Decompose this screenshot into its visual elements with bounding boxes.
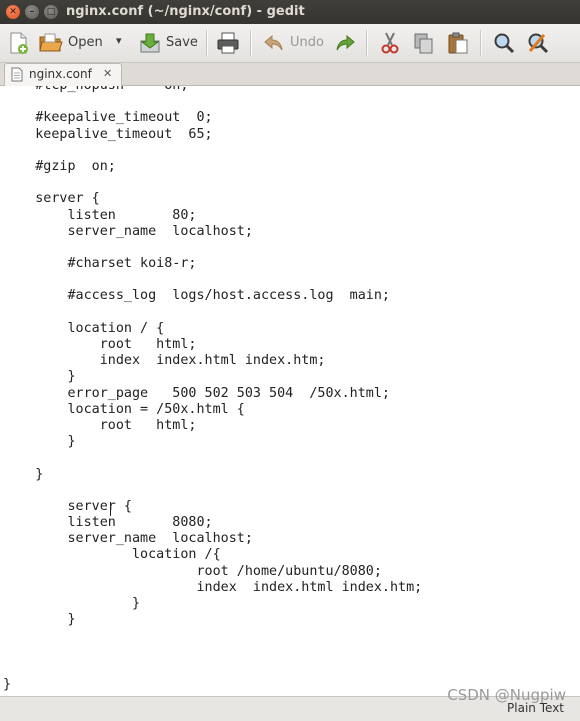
paste-button[interactable] <box>446 31 470 55</box>
find-icon <box>492 31 516 55</box>
copy-button[interactable] <box>412 31 436 55</box>
find-replace-button[interactable] <box>526 31 550 55</box>
code-line: server_name localhost; <box>3 531 253 547</box>
redo-icon <box>333 31 357 55</box>
text-cursor <box>110 502 111 516</box>
code-line: } <box>3 596 141 611</box>
window-maximize-button[interactable]: □ <box>44 5 58 19</box>
code-line: listen 80; <box>3 207 197 223</box>
text-editor-area[interactable]: #tcp_nopush on; #keepalive_timeout 0; ke… <box>0 86 580 696</box>
code-line: location / { <box>3 320 165 336</box>
toolbar: Open ▾ Save Undo <box>0 24 580 63</box>
copy-icon <box>412 31 436 55</box>
code-line: root html; <box>3 417 197 433</box>
watermark: CSDN @Nugpiw <box>447 686 566 704</box>
print-button[interactable] <box>216 31 240 55</box>
code-line: index index.html index.htm; <box>3 579 423 595</box>
find-button[interactable] <box>492 31 516 55</box>
paste-icon <box>446 31 470 55</box>
code-line: root /home/ubuntu/8080; <box>3 563 382 579</box>
save-button[interactable]: Save <box>138 31 198 55</box>
code-line: location /{ <box>3 547 221 563</box>
redo-button[interactable] <box>333 31 357 55</box>
save-label: Save <box>166 35 198 50</box>
text-document-icon <box>11 67 23 85</box>
code-line: } <box>3 434 76 450</box>
undo-button[interactable]: Undo <box>262 31 324 55</box>
toolbar-separator <box>250 30 252 56</box>
toolbar-separator <box>480 30 482 56</box>
tab-nginx-conf[interactable]: nginx.conf ✕ <box>4 63 122 86</box>
code-line: server { <box>3 191 100 207</box>
toolbar-separator <box>206 30 208 56</box>
cut-icon <box>378 31 402 55</box>
code-line: #tcp_nopush on; <box>3 86 422 94</box>
code-line: #charset koi8-r; <box>3 256 197 272</box>
cut-button[interactable] <box>378 31 402 55</box>
find-replace-icon <box>526 31 550 55</box>
code-line: } <box>3 612 76 628</box>
window-title: nginx.conf (~/nginx/conf) - gedit <box>66 4 305 19</box>
open-label: Open <box>68 35 103 50</box>
code-line: #gzip on; <box>3 158 116 174</box>
window-close-button[interactable]: ✕ <box>6 5 20 19</box>
code-line: index index.html index.htm; <box>3 353 326 369</box>
code-line: location = /50x.html { <box>3 401 245 417</box>
code-line: } <box>3 466 44 482</box>
open-button[interactable]: Open ▾ <box>38 31 124 55</box>
code-content: #tcp_nopush on; #keepalive_timeout 0; ke… <box>3 86 422 693</box>
code-line: server_name localhost; <box>3 223 253 239</box>
new-document-icon <box>8 31 30 55</box>
tab-close-button[interactable]: ✕ <box>103 67 112 80</box>
code-line: } <box>3 676 12 692</box>
code-line: #keepalive_timeout 0; <box>3 110 213 126</box>
code-line: root html; <box>3 337 197 352</box>
new-document-button[interactable] <box>8 31 30 55</box>
window-minimize-button[interactable]: – <box>25 5 39 19</box>
open-dropdown-arrow[interactable]: ▾ <box>116 34 122 47</box>
toolbar-separator <box>366 30 368 56</box>
code-line: keepalive_timeout 65; <box>3 126 213 142</box>
print-icon <box>216 31 240 55</box>
document-tab-bar: nginx.conf ✕ <box>0 63 580 86</box>
window-titlebar: ✕ – □ nginx.conf (~/nginx/conf) - gedit <box>0 0 580 24</box>
code-line: listen 8080; <box>3 515 213 531</box>
code-line: error_page 500 502 503 504 /50x.html; <box>3 385 390 401</box>
tab-label: nginx.conf <box>29 67 92 81</box>
undo-label: Undo <box>290 35 324 50</box>
code-line: } <box>3 369 76 385</box>
code-line: #access_log logs/host.access.log main; <box>3 288 390 304</box>
code-line: server { <box>3 498 132 514</box>
